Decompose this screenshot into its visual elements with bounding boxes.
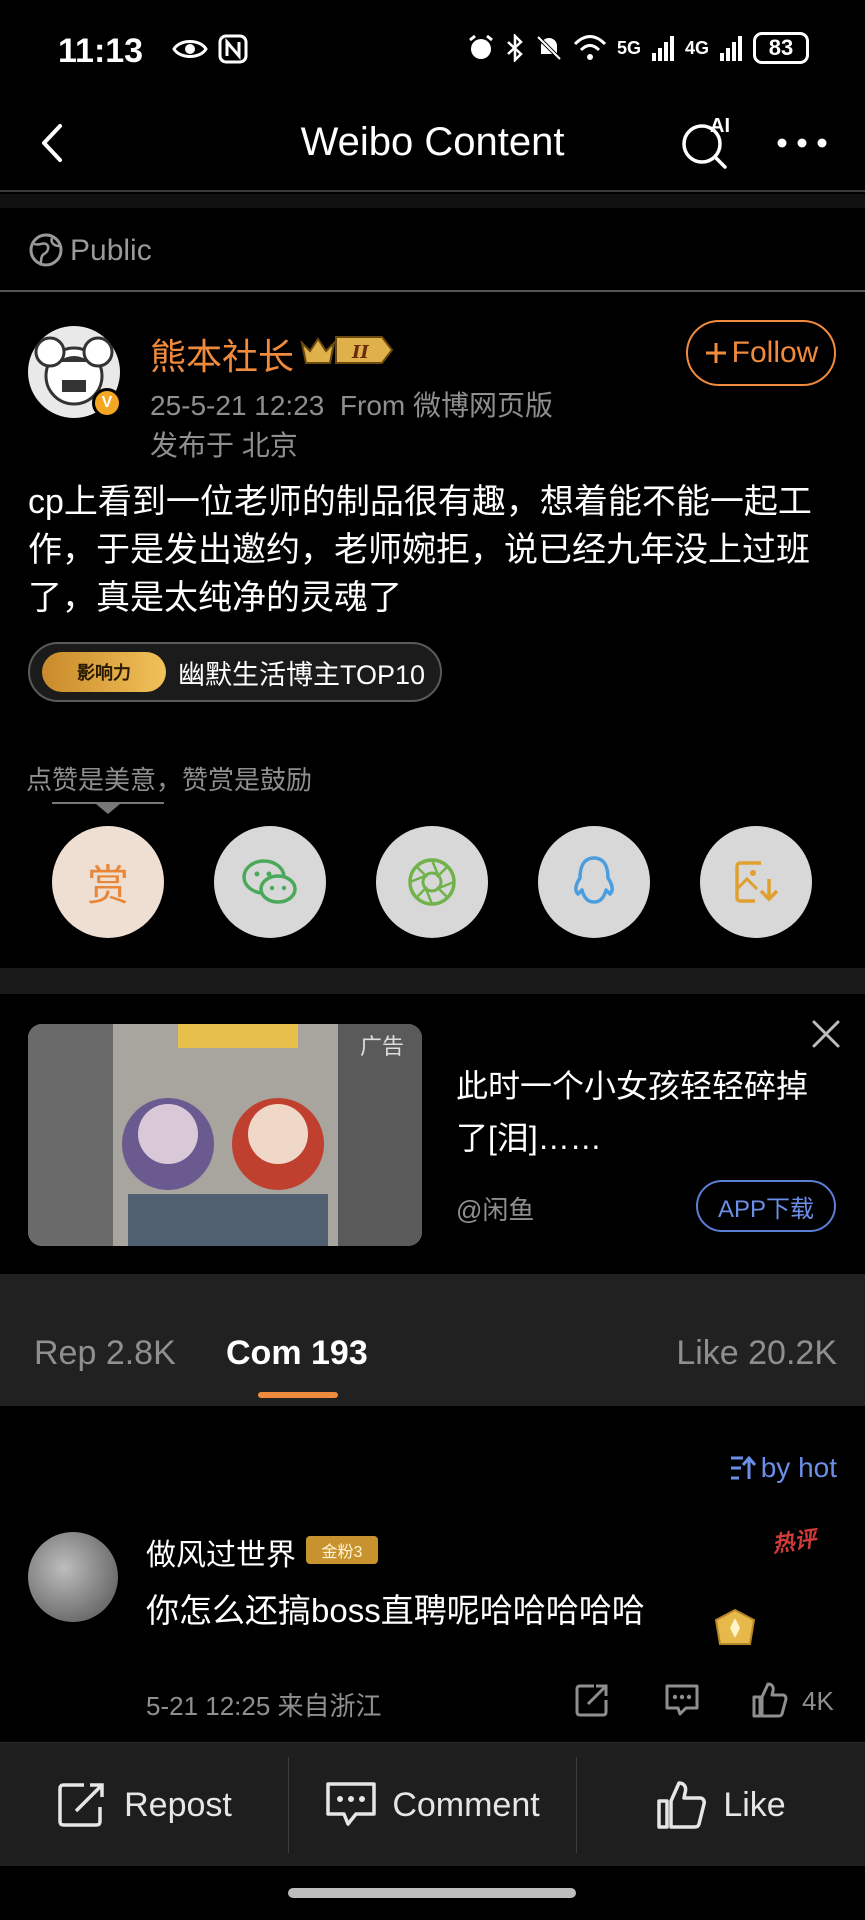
verified-badge: V [92, 388, 122, 418]
close-icon[interactable] [808, 1016, 844, 1052]
comment-decoration-icon [714, 1608, 756, 1645]
interaction-tabs: Rep 2.8K Com 193 Like 20.2K [0, 1274, 865, 1406]
influence-badge[interactable]: 影响力 幽默生活博主TOP10 [28, 642, 442, 702]
reward-tip: 点赞是美意，赞赏是鼓励 [26, 765, 313, 795]
plus-icon [705, 343, 726, 363]
home-indicator[interactable] [288, 1888, 576, 1898]
moments-icon [408, 858, 456, 906]
follow-label: Follow [731, 336, 819, 369]
share-moments-button[interactable] [376, 826, 488, 938]
status-bar: 11:13 5G 4G 83 [0, 0, 865, 100]
post-meta: 25-5-21 12:23 From 微博网页版 [150, 384, 553, 424]
comment-icon [326, 1782, 377, 1826]
globe-icon [29, 233, 63, 267]
nfc-icon [218, 34, 248, 64]
save-image-button[interactable] [700, 826, 812, 938]
level-crown-icon: II [300, 336, 394, 364]
tab-reposts[interactable]: Rep 2.8K [34, 1334, 176, 1373]
visibility-row: Public [0, 208, 865, 292]
mute-icon [536, 35, 562, 61]
qq-icon [574, 856, 614, 904]
eye-icon [172, 40, 208, 58]
comment-time: 5-21 12:25 来自浙江 [146, 1691, 382, 1721]
alarm-icon [469, 34, 493, 59]
more-options-icon[interactable] [772, 118, 832, 168]
ad-tag: 广告 [342, 1024, 422, 1066]
ai-label: AI [710, 115, 730, 137]
comment-label: Comment [392, 1785, 540, 1824]
wechat-icon [242, 859, 297, 904]
repost-icon [58, 1783, 104, 1827]
status-time: 11:13 [58, 32, 144, 70]
influence-tag: 影响力 [42, 652, 166, 692]
repost-label: Repost [124, 1785, 232, 1824]
like-button[interactable]: Like [576, 1743, 865, 1867]
bottom-action-bar: Repost Comment Like [0, 1742, 865, 1866]
influence-label: 幽默生活博主TOP10 [178, 659, 426, 690]
post-text: cp上看到一位老师的制品很有趣，想着能不能一起工作，于是发出邀约，老师婉拒，说已… [28, 483, 812, 617]
sort-icon [730, 1455, 756, 1480]
like-icon [657, 1781, 707, 1829]
post-time: 25-5-21 12:23 [150, 390, 325, 421]
author-name[interactable]: 熊本社长 [150, 328, 294, 380]
comment-repost-icon[interactable] [572, 1680, 612, 1720]
like-label: Like [723, 1785, 786, 1824]
ad-source: @闲鱼 [456, 1195, 535, 1225]
share-qq-button[interactable] [538, 826, 650, 938]
commenter-name[interactable]: 做风过世界 [146, 1530, 296, 1574]
follow-button[interactable]: Follow [686, 320, 836, 386]
ai-search-icon: AI [682, 115, 730, 169]
ai-search-button[interactable]: AI [678, 114, 738, 170]
reward-button[interactable]: 赏 [52, 826, 164, 938]
post-source: From 微博网页版 [339, 390, 554, 421]
commenter-avatar[interactable] [28, 1532, 118, 1622]
post-location: 发布于 北京 [150, 430, 298, 461]
visibility-label: Public [70, 234, 152, 267]
comment-text: 你怎么还搞boss直聘呢哈哈哈哈哈 [146, 1592, 645, 1629]
comment-like-count: 4K [802, 1686, 834, 1716]
battery-level: 83 [753, 32, 809, 64]
ad-title[interactable]: 此时一个小女孩轻轻碎掉了[泪]…… [456, 1060, 816, 1164]
fan-badge: 金粉3 [306, 1536, 378, 1564]
repost-button[interactable]: Repost [0, 1743, 288, 1867]
tab-comments[interactable]: Com 193 [226, 1334, 368, 1373]
comment-like-icon[interactable] [750, 1680, 790, 1720]
section-divider [0, 194, 865, 208]
comment-reply-icon[interactable] [662, 1680, 702, 1720]
comment-button[interactable]: Comment [288, 1743, 576, 1867]
sort-label: by hot [760, 1452, 837, 1483]
signal-4g: 4G [684, 37, 709, 58]
share-wechat-button[interactable] [214, 826, 326, 938]
tip-arrow [96, 804, 120, 814]
ad-download-button[interactable]: APP下载 [696, 1180, 836, 1232]
top-nav-bar: Weibo Content AI [0, 100, 865, 192]
hot-comment-tag: 热评 [770, 1526, 818, 1557]
signal-5g: 5G [616, 37, 641, 58]
wifi-icon [573, 35, 607, 60]
bluetooth-icon [507, 34, 523, 62]
level-badge-text: II [351, 342, 369, 363]
save-image-icon [735, 861, 779, 903]
reward-label: 赏 [86, 861, 129, 909]
active-tab-indicator [258, 1392, 338, 1398]
signal-bars-icon [720, 36, 742, 61]
sort-by-hot-button[interactable]: by hot [729, 1452, 837, 1484]
section-divider [0, 968, 865, 994]
tab-likes[interactable]: Like 20.2K [676, 1334, 837, 1373]
signal-bars-icon [651, 36, 674, 61]
